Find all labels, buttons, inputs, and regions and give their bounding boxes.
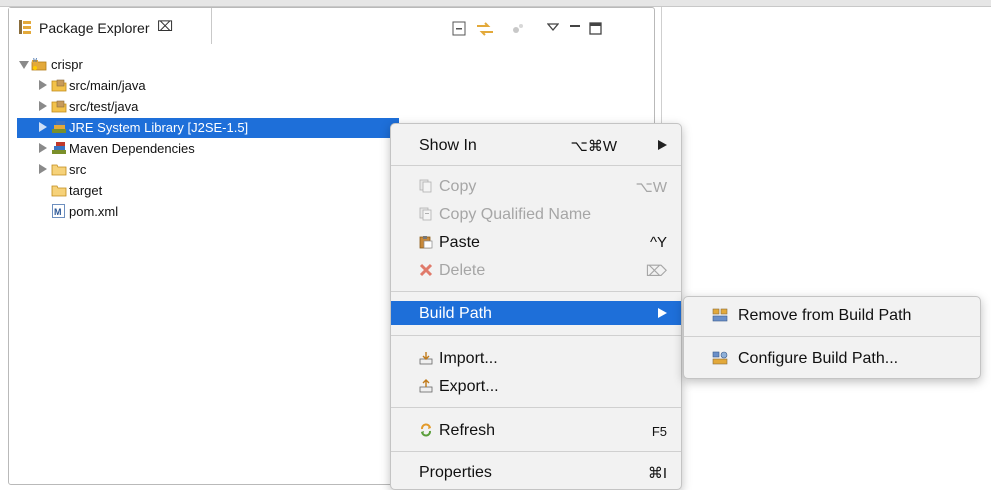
svg-text:M: M <box>54 207 62 217</box>
tree-item-jre-system-library[interactable]: JRE System Library [J2SE-1.5] <box>17 118 399 138</box>
close-icon[interactable]: ⌧ <box>157 18 173 35</box>
window-top-border <box>0 0 991 7</box>
collapsed-arrow-icon[interactable] <box>39 164 47 174</box>
menu-separator <box>684 336 980 337</box>
tree-item-label: Maven Dependencies <box>69 141 195 156</box>
menu-item-refresh[interactable]: Refresh F5 <box>391 418 681 442</box>
shortcut-label: ⌘I <box>647 465 667 482</box>
shortcut-label: ⌥W <box>635 179 667 196</box>
menu-separator <box>391 451 681 452</box>
menu-item-show-in[interactable]: Show In ⌥⌘W <box>391 133 681 157</box>
maximize-icon[interactable] <box>589 21 603 35</box>
collapsed-arrow-icon[interactable] <box>39 101 47 111</box>
menu-separator <box>391 335 681 336</box>
menu-item-paste[interactable]: Paste ^Y <box>391 230 681 254</box>
menu-item-label: Configure Build Path... <box>738 350 899 367</box>
tree-item-src-main-java[interactable]: src/main/java <box>9 76 654 96</box>
menu-item-label: Show In <box>419 137 477 154</box>
folder-icon <box>51 164 67 176</box>
import-icon <box>419 352 433 365</box>
menu-item-export[interactable]: Export... <box>391 374 681 398</box>
menu-item-copy[interactable]: Copy ⌥W <box>391 174 681 198</box>
view-menu-icon[interactable] <box>547 21 559 35</box>
submenu-arrow-icon <box>658 140 667 150</box>
tree-item-label: src <box>69 162 87 177</box>
project-icon: M <box>31 58 47 71</box>
menu-item-delete[interactable]: Delete ⌦ <box>391 258 681 282</box>
tree-item-label: crispr <box>51 57 83 72</box>
maven-file-icon: M <box>52 204 65 218</box>
tree-item-src-test-java[interactable]: src/test/java <box>9 97 654 117</box>
expanded-arrow-icon[interactable] <box>19 61 29 69</box>
library-icon <box>52 121 66 133</box>
menu-item-label: Export... <box>439 378 499 395</box>
menu-item-label: Delete <box>439 262 486 279</box>
menu-item-label: Build Path <box>419 305 492 322</box>
configure-build-path-icon <box>712 351 728 365</box>
tree-item-label: JRE System Library [J2SE-1.5] <box>69 120 249 135</box>
library-icon <box>52 142 66 154</box>
remove-from-build-path-icon <box>712 308 728 322</box>
link-with-editor-icon[interactable] <box>476 21 494 37</box>
copy-qualified-name-icon <box>419 207 432 221</box>
tree-item-crispr[interactable]: M crispr <box>9 55 654 75</box>
paste-icon <box>419 236 433 249</box>
refresh-icon <box>421 423 431 437</box>
menu-item-copy-qualified-name[interactable]: Copy Qualified Name <box>391 202 681 226</box>
menu-item-label: Copy Qualified Name <box>439 206 592 223</box>
tree-item-label: pom.xml <box>69 204 119 219</box>
view-title: Package Explorer <box>39 20 150 36</box>
menu-item-label: Refresh <box>439 422 496 439</box>
menu-item-label: Import... <box>439 350 498 367</box>
menu-item-label: Properties <box>419 464 492 481</box>
menu-item-configure-build-path[interactable]: Configure Build Path... <box>684 345 980 371</box>
delete-icon <box>419 263 433 277</box>
collapse-all-icon[interactable] <box>452 21 468 37</box>
tab-package-explorer[interactable]: Package Explorer ⌧ <box>9 8 212 44</box>
copy-icon <box>419 179 432 193</box>
tree-item-label: src/main/java <box>69 78 146 93</box>
folder-icon <box>51 185 67 197</box>
source-folder-icon <box>51 79 67 92</box>
collapsed-arrow-icon[interactable] <box>39 80 47 90</box>
source-folder-icon <box>51 100 67 113</box>
export-icon <box>419 379 433 393</box>
menu-separator <box>391 291 681 292</box>
package-explorer-icon <box>19 20 31 34</box>
menu-item-build-path[interactable]: Build Path <box>391 301 681 325</box>
focus-icon[interactable] <box>511 21 525 37</box>
editor-area <box>661 7 991 485</box>
context-menu: Show In ⌥⌘W Copy ⌥W Copy Qualified Name … <box>390 123 682 490</box>
shortcut-label: ⌥⌘W <box>570 138 617 155</box>
shortcut-label: ⌦ <box>645 263 667 280</box>
menu-item-label: Paste <box>439 234 480 251</box>
build-path-submenu: Remove from Build Path Configure Build P… <box>683 296 981 379</box>
collapsed-arrow-icon[interactable] <box>39 143 47 153</box>
menu-separator <box>391 407 681 408</box>
menu-item-properties[interactable]: Properties ⌘I <box>391 460 681 484</box>
minimize-icon[interactable] <box>569 21 581 35</box>
menu-item-label: Remove from Build Path <box>738 307 912 324</box>
menu-item-remove-from-build-path[interactable]: Remove from Build Path <box>684 302 980 328</box>
collapsed-arrow-icon[interactable] <box>39 122 47 132</box>
shortcut-label: F5 <box>651 424 667 439</box>
menu-item-label: Copy <box>439 178 477 195</box>
shortcut-label: ^Y <box>649 234 667 251</box>
submenu-arrow-icon <box>658 308 667 318</box>
menu-item-import[interactable]: Import... <box>391 346 681 370</box>
menu-separator <box>391 165 681 166</box>
tree-item-label: target <box>69 183 103 198</box>
tree-item-label: src/test/java <box>69 99 139 114</box>
svg-text:M: M <box>33 58 37 64</box>
